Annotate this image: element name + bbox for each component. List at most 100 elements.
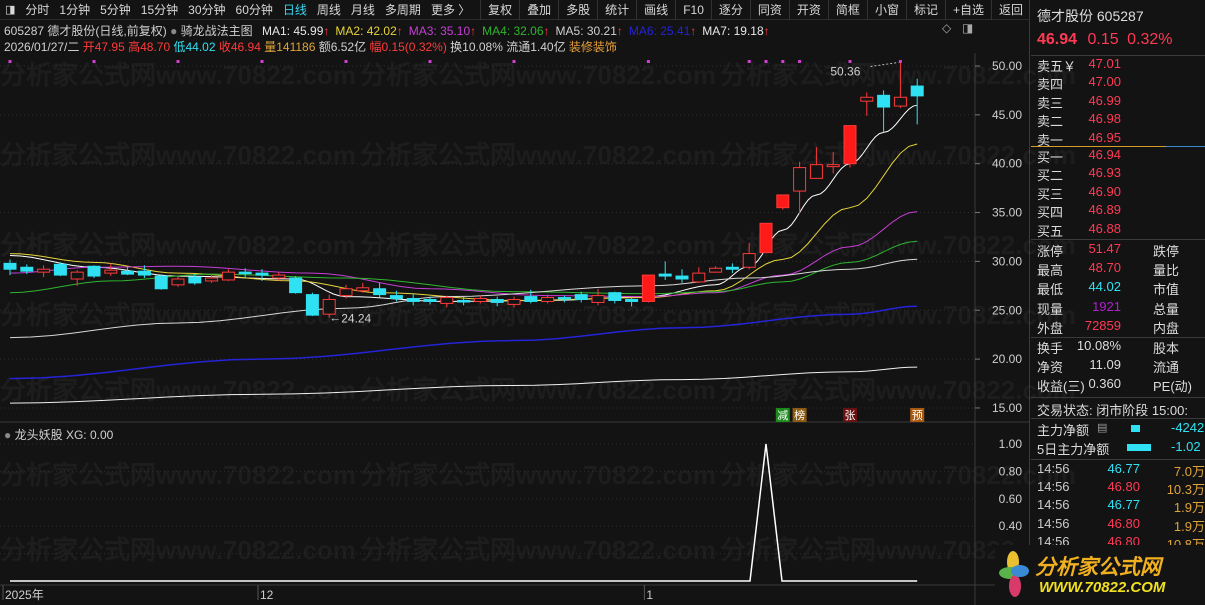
chart-area: ◨ 分时 1分钟 5分钟 15分钟 30分钟 60分钟 日线 周线 月线 多周期 更多 〉 复权 叠加…	[0, 0, 1076, 605]
signal-dot	[747, 60, 751, 63]
candle[interactable]	[356, 282, 370, 293]
bid-price[interactable]: 46.93	[1088, 165, 1121, 180]
candle[interactable]	[692, 267, 706, 283]
candle-body	[423, 299, 437, 302]
candle[interactable]	[406, 293, 420, 306]
kline-chart[interactable]: 50.00 45.00 40.00 35.00 30.00 25.00 20.00 15.00…	[0, 0, 1030, 605]
indicator-y-label: 0.60	[999, 492, 1023, 506]
candle[interactable]	[574, 291, 588, 303]
price-change: 0.15	[1087, 31, 1119, 48]
candle[interactable]	[373, 282, 387, 298]
bid-price[interactable]: 46.94	[1088, 147, 1121, 162]
fund-value: 11.09	[1089, 357, 1121, 372]
ask-label: 卖三	[1037, 95, 1064, 111]
candle[interactable]	[826, 151, 840, 174]
fund-label: 换手	[1037, 341, 1064, 356]
candle[interactable]	[221, 269, 235, 281]
ask-price[interactable]: 46.95	[1088, 130, 1121, 145]
candle-body	[725, 266, 739, 270]
candle[interactable]	[910, 78, 924, 125]
candle-body	[557, 297, 571, 300]
candle[interactable]	[877, 90, 891, 133]
candle[interactable]	[121, 267, 135, 276]
indicator-y-label: 1.00	[999, 437, 1023, 451]
candle[interactable]	[843, 125, 857, 168]
candle[interactable]	[557, 295, 571, 303]
ask-price[interactable]: 46.99	[1088, 93, 1121, 108]
candle[interactable]	[37, 265, 51, 278]
candle-body	[255, 272, 269, 276]
bid-price[interactable]: 46.90	[1088, 184, 1121, 199]
indicator-title[interactable]: 龙头妖股	[15, 428, 63, 442]
candle-body	[137, 270, 151, 276]
candle[interactable]	[104, 263, 118, 277]
candle[interactable]	[87, 265, 101, 279]
candle[interactable]	[809, 147, 823, 179]
signal-tag: 张	[845, 409, 856, 422]
y-tick-label: 15.00	[992, 401, 1022, 415]
bid-price[interactable]: 46.88	[1088, 221, 1121, 236]
bid-price[interactable]: 46.89	[1088, 202, 1121, 217]
tick-price: 46.77	[1107, 497, 1140, 513]
candle[interactable]	[641, 274, 655, 303]
candle[interactable]	[289, 276, 303, 294]
candle[interactable]	[709, 266, 723, 273]
candle[interactable]	[473, 295, 487, 304]
candle[interactable]	[490, 296, 504, 307]
signal-dot	[260, 60, 264, 63]
candle[interactable]	[860, 92, 874, 116]
candle[interactable]	[608, 291, 622, 304]
signal-dot	[848, 60, 852, 63]
candle[interactable]	[742, 242, 756, 270]
candle-body	[53, 263, 67, 276]
ask-price[interactable]: 46.98	[1088, 111, 1121, 126]
signal-dot	[781, 60, 785, 63]
quote-panel: 德才股份 605287 46.94 0.15 0.32% 卖五￥ 47.01 卖四 47.…	[995, 0, 1205, 605]
y-tick-label: 50.00	[992, 59, 1022, 73]
candle[interactable]	[389, 290, 403, 302]
candle-body	[221, 271, 235, 281]
candle[interactable]	[625, 297, 639, 307]
xg-line	[10, 443, 918, 582]
y-tick-label: 40.00	[992, 157, 1022, 171]
candle-body	[625, 299, 639, 302]
signal-tag: 榜	[794, 408, 805, 422]
candle-body	[3, 262, 17, 270]
candle-body	[675, 275, 689, 280]
tick-time: 14:56	[1037, 461, 1070, 476]
candle-body	[305, 294, 319, 316]
candle-body	[289, 277, 303, 294]
candle[interactable]	[893, 62, 907, 109]
candle-body	[389, 295, 403, 300]
tick-time: 14:56	[1037, 497, 1070, 513]
list-icon[interactable]: ▤	[1097, 421, 1107, 434]
candle[interactable]	[440, 295, 454, 308]
signal-dot	[92, 60, 96, 63]
candle[interactable]	[591, 288, 605, 306]
candle[interactable]	[171, 277, 185, 287]
fund-label: 收益(三)	[1037, 379, 1085, 394]
ask-label: 卖五￥	[1037, 59, 1077, 74]
bid-label: 买四	[1037, 205, 1064, 221]
candle-body	[121, 270, 135, 275]
fund-label: 净资	[1037, 360, 1064, 375]
ma-line-ma2	[9, 143, 918, 302]
candle[interactable]	[53, 262, 67, 277]
flow-value: -1.02	[1171, 439, 1201, 454]
signal-dot	[898, 60, 902, 63]
indicator-dropdown-icon[interactable]: ●	[4, 428, 11, 442]
tick-price: 46.77	[1107, 461, 1140, 476]
candle[interactable]	[658, 261, 672, 280]
ask-price[interactable]: 47.01	[1088, 56, 1121, 71]
candle[interactable]	[675, 269, 689, 283]
candle[interactable]	[776, 194, 790, 210]
candle-body	[20, 266, 34, 272]
candle[interactable]	[759, 222, 773, 254]
tick-volume: 1.9万	[1173, 518, 1205, 534]
candle[interactable]	[272, 272, 286, 281]
ask-price[interactable]: 47.00	[1088, 74, 1121, 89]
candle[interactable]	[154, 275, 168, 290]
divider	[1031, 418, 1205, 419]
candle[interactable]	[305, 292, 319, 317]
candle[interactable]	[507, 296, 521, 308]
